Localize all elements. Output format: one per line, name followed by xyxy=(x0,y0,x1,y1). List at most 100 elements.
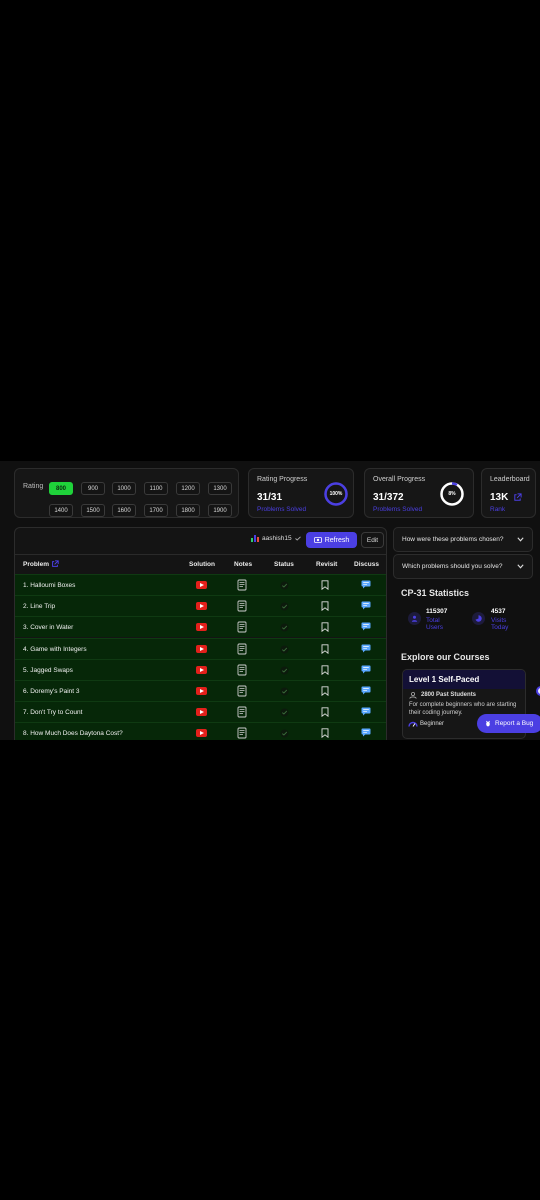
youtube-solution-icon[interactable] xyxy=(196,708,207,717)
notes-icon[interactable] xyxy=(237,643,247,655)
table-row: 5. Jagged Swaps xyxy=(15,658,386,680)
statistics-title: CP-31 Statistics xyxy=(401,588,470,598)
course-header: Level 1 Self-Paced xyxy=(403,670,525,689)
scroll-handle[interactable] xyxy=(536,686,540,696)
course-name: Level 1 Self-Paced xyxy=(409,675,480,684)
problem-link[interactable]: 6. Doremy's Paint 3 xyxy=(23,688,80,695)
status-solved-icon[interactable] xyxy=(280,581,289,590)
notes-icon[interactable] xyxy=(237,727,247,739)
notes-icon[interactable] xyxy=(237,706,247,718)
youtube-solution-icon[interactable] xyxy=(196,687,207,695)
discuss-icon[interactable] xyxy=(361,644,371,653)
status-solved-icon[interactable] xyxy=(280,729,289,738)
discuss-icon[interactable] xyxy=(361,728,371,737)
faq-which-to-solve-label: Which problems should you solve? xyxy=(402,563,503,570)
status-solved-icon[interactable] xyxy=(280,687,289,696)
rating-option-1600[interactable]: 1600 xyxy=(112,504,136,517)
bookmark-icon[interactable] xyxy=(321,707,329,718)
total-users-label-2: Users xyxy=(426,624,443,631)
problem-link[interactable]: 5. Jagged Swaps xyxy=(23,667,73,674)
bar-chart-icon xyxy=(251,535,259,542)
course-level: Beginner xyxy=(420,721,445,727)
report-bug-button[interactable]: Report a Bug xyxy=(477,714,540,733)
status-solved-icon[interactable] xyxy=(280,645,289,654)
faq-problems-chosen[interactable]: How were these problems chosen? xyxy=(393,527,533,552)
youtube-solution-icon[interactable] xyxy=(196,581,207,589)
faq-problems-chosen-label: How were these problems chosen? xyxy=(402,536,504,543)
notes-icon[interactable] xyxy=(237,664,247,676)
visits-today-label-2: Today xyxy=(491,624,509,631)
notes-icon[interactable] xyxy=(237,579,247,591)
external-link-icon[interactable] xyxy=(513,493,522,502)
bug-icon xyxy=(485,720,491,727)
problem-link[interactable]: 2. Line Trip xyxy=(23,603,55,610)
problem-link[interactable]: 7. Don't Try to Count xyxy=(23,709,82,716)
status-solved-icon[interactable] xyxy=(280,623,289,632)
discuss-icon[interactable] xyxy=(361,707,371,716)
leaderboard-card[interactable]: Leaderboard 13K Rank xyxy=(481,468,536,518)
problem-link[interactable]: 8. How Much Does Daytona Cost? xyxy=(23,730,123,737)
rating-option-1000[interactable]: 1000 xyxy=(112,482,136,495)
visits-today-count: 4537 xyxy=(491,608,506,615)
chevron-down-icon xyxy=(517,564,524,569)
discuss-icon[interactable] xyxy=(361,580,371,589)
leaderboard-rank-value: 13K xyxy=(490,492,509,503)
app-region: Rating 800 900 1000 1100 1200 1300 1400 1500 160… xyxy=(0,461,540,740)
youtube-solution-icon[interactable] xyxy=(196,623,207,632)
discuss-icon[interactable] xyxy=(361,686,371,695)
youtube-solution-icon[interactable] xyxy=(196,729,207,738)
header-revisit: Revisit xyxy=(316,561,338,568)
chevron-down-icon xyxy=(517,537,524,542)
external-link-icon[interactable] xyxy=(51,560,59,568)
problem-link[interactable]: 3. Cover in Water xyxy=(23,624,73,631)
status-solved-icon[interactable] xyxy=(280,708,289,717)
overall-progress-title: Overall Progress xyxy=(373,476,426,483)
rating-filter-card: Rating 800 900 1000 1100 1200 1300 1400 1500 160… xyxy=(14,468,239,518)
youtube-solution-icon[interactable] xyxy=(196,665,207,674)
rating-option-1800[interactable]: 1800 xyxy=(176,504,200,517)
table-row: 7. Don't Try to Count xyxy=(15,701,386,723)
discuss-icon[interactable] xyxy=(361,601,371,610)
rating-option-1200[interactable]: 1200 xyxy=(176,482,200,495)
table-row: 1. Halloumi Boxes xyxy=(15,574,386,595)
notes-icon[interactable] xyxy=(237,685,247,697)
bookmark-icon[interactable] xyxy=(321,643,329,654)
rating-option-1900[interactable]: 1900 xyxy=(208,504,232,517)
bookmark-icon[interactable] xyxy=(321,622,329,633)
rating-option-900[interactable]: 900 xyxy=(81,482,105,495)
verified-check-icon xyxy=(294,536,301,541)
users-icon xyxy=(408,612,421,625)
rating-progress-card: Rating Progress 31/31 Problems Solved 10… xyxy=(248,468,354,518)
discuss-icon[interactable] xyxy=(361,622,371,631)
rating-progress-value: 31/31 xyxy=(257,492,283,503)
rating-option-800[interactable]: 800 xyxy=(49,482,73,495)
problem-link[interactable]: 1. Halloumi Boxes xyxy=(23,582,75,589)
rating-option-1300[interactable]: 1300 xyxy=(208,482,232,495)
bookmark-icon[interactable] xyxy=(321,686,329,696)
faq-which-to-solve[interactable]: Which problems should you solve? xyxy=(393,554,533,579)
rating-option-1700[interactable]: 1700 xyxy=(144,504,168,517)
rating-progress-percent: 100% xyxy=(329,491,343,497)
table-row: 2. Line Trip xyxy=(15,595,386,617)
bookmark-icon[interactable] xyxy=(321,665,329,675)
rating-option-1500[interactable]: 1500 xyxy=(81,504,105,517)
refresh-button[interactable]: Refresh xyxy=(306,532,357,548)
overall-progress-card: Overall Progress 31/372 Problems Solved … xyxy=(364,468,474,518)
rating-option-1100[interactable]: 1100 xyxy=(144,482,168,495)
notes-icon[interactable] xyxy=(237,600,247,612)
problem-link[interactable]: 4. Game with Integers xyxy=(23,646,87,653)
status-solved-icon[interactable] xyxy=(280,602,289,611)
edit-button[interactable]: Edit xyxy=(361,532,384,548)
status-solved-icon[interactable] xyxy=(280,666,289,675)
bookmark-icon[interactable] xyxy=(321,601,329,612)
youtube-solution-icon[interactable] xyxy=(196,644,207,653)
discuss-icon[interactable] xyxy=(361,665,371,674)
bookmark-icon[interactable] xyxy=(321,728,329,739)
table-row: 3. Cover in Water xyxy=(15,616,386,638)
bookmark-icon[interactable] xyxy=(321,580,329,590)
notes-icon[interactable] xyxy=(237,621,247,633)
table-row: 4. Game with Integers xyxy=(15,637,386,659)
rating-option-1400[interactable]: 1400 xyxy=(49,504,73,517)
youtube-solution-icon[interactable] xyxy=(196,602,207,611)
user-handle: aashish15 xyxy=(251,535,301,542)
